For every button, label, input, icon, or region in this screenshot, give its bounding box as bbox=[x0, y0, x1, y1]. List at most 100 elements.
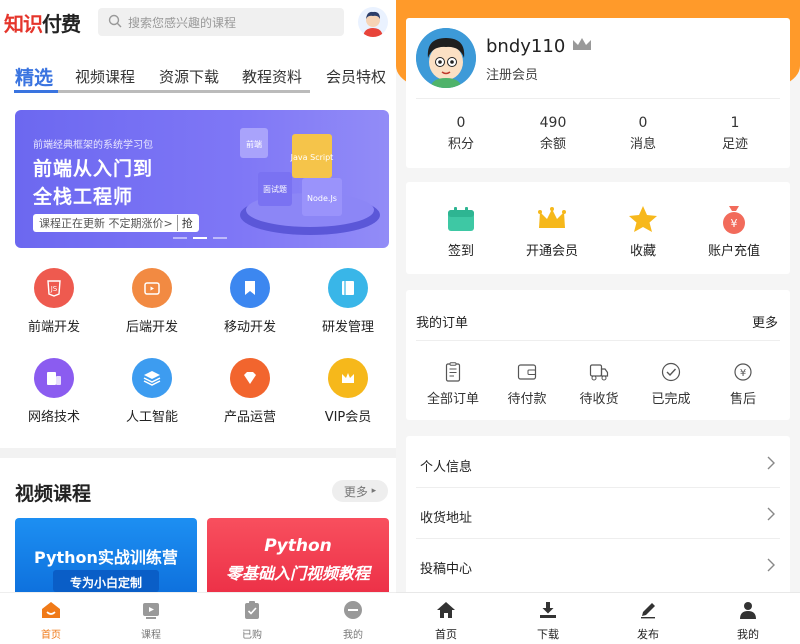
pager-dot[interactable] bbox=[213, 237, 227, 239]
banner-subtitle: 前端经典框架的系统学习包 bbox=[33, 140, 153, 151]
vip-crown-icon bbox=[565, 36, 593, 57]
crown-icon bbox=[507, 204, 597, 234]
action-label: 收藏 bbox=[629, 244, 656, 259]
nav-publish[interactable]: 发布 bbox=[618, 599, 678, 642]
stat-value: 0 bbox=[638, 115, 648, 131]
bookmark-icon bbox=[230, 268, 270, 308]
action-recharge[interactable]: ¥ 账户充值 bbox=[689, 204, 779, 259]
member-role: 注册会员 bbox=[486, 68, 539, 83]
nav-label: 我的 bbox=[343, 630, 363, 641]
book-icon bbox=[328, 268, 368, 308]
home-icon bbox=[416, 599, 476, 621]
svg-text:¥: ¥ bbox=[740, 368, 746, 379]
category-label: 前端开发 bbox=[27, 320, 80, 335]
tv-icon bbox=[132, 268, 172, 308]
course-card-title: Python实战训练营 bbox=[34, 548, 178, 567]
tab-resource-download[interactable]: 资源下载 bbox=[159, 66, 219, 87]
course-card-title: Python bbox=[264, 536, 332, 556]
section-divider bbox=[0, 448, 396, 458]
stat-label: 消息 bbox=[629, 137, 656, 152]
category-mobile[interactable]: 移动开发 bbox=[210, 268, 290, 335]
avatar[interactable] bbox=[358, 7, 388, 37]
category-backend[interactable]: 后端开发 bbox=[112, 268, 192, 335]
menu-item-address[interactable]: 收货地址 bbox=[416, 489, 780, 539]
yen-icon: ¥ bbox=[708, 362, 778, 382]
nav-download[interactable]: 下载 bbox=[518, 599, 578, 642]
home-icon bbox=[21, 599, 81, 621]
nav-mine[interactable]: 我的 bbox=[323, 599, 383, 641]
pager-dot-active[interactable] bbox=[193, 237, 207, 239]
nav-home[interactable]: 首页 bbox=[21, 599, 81, 641]
action-checkin[interactable]: 签到 bbox=[416, 204, 506, 259]
chevron-right-icon bbox=[767, 456, 775, 470]
chevron-right-icon: ▸ bbox=[371, 486, 377, 496]
order-pending-payment[interactable]: 待付款 bbox=[492, 362, 562, 407]
nav-courses[interactable]: 课程 bbox=[121, 599, 181, 641]
order-pending-receipt[interactable]: 待收货 bbox=[564, 362, 634, 407]
category-rd-management[interactable]: 研发管理 bbox=[308, 268, 388, 335]
pen-icon bbox=[618, 599, 678, 621]
svg-text:¥: ¥ bbox=[731, 217, 738, 230]
profile-card: bndy110 注册会员 0 积分 490 余额 0 消息 1 足迹 bbox=[406, 18, 790, 168]
tab-member-privileges[interactable]: 会员特权 bbox=[326, 66, 386, 87]
tab-featured[interactable]: 精选 bbox=[15, 63, 53, 90]
stat-balance[interactable]: 490 余额 bbox=[508, 115, 598, 152]
app-logo[interactable]: 知识付费 bbox=[4, 8, 81, 37]
search-icon bbox=[108, 14, 128, 31]
stat-points[interactable]: 0 积分 bbox=[416, 115, 506, 152]
course-card-python-basics[interactable]: Python 零基础入门视频教程 bbox=[207, 518, 389, 598]
category-product-ops[interactable]: 产品运营 bbox=[210, 358, 290, 425]
search-input[interactable]: 搜索您感兴趣的课程 bbox=[98, 8, 344, 36]
tab-video-courses[interactable]: 视频课程 bbox=[75, 66, 135, 87]
menu-item-submission[interactable]: 投稿中心 bbox=[416, 540, 780, 590]
action-label: 账户充值 bbox=[707, 244, 760, 259]
order-label: 待付款 bbox=[507, 392, 547, 407]
calendar-icon bbox=[416, 204, 506, 234]
banner-title-line-1: 前端从入门到 bbox=[33, 158, 154, 180]
nav-home[interactable]: 首页 bbox=[416, 599, 476, 642]
action-open-membership[interactable]: 开通会员 bbox=[507, 204, 597, 259]
pager-dot[interactable] bbox=[173, 237, 187, 239]
avatar[interactable] bbox=[416, 28, 476, 88]
menu-label: 投稿中心 bbox=[420, 562, 473, 577]
menu-item-profile[interactable]: 个人信息 bbox=[416, 438, 780, 488]
category-ai[interactable]: 人工智能 bbox=[112, 358, 192, 425]
nav-purchased[interactable]: 已购 bbox=[222, 599, 282, 641]
order-completed[interactable]: 已完成 bbox=[636, 362, 706, 407]
nav-label: 下载 bbox=[537, 628, 559, 641]
action-favorites[interactable]: 收藏 bbox=[598, 204, 688, 259]
course-card-subtitle: 零基础入门视频教程 bbox=[225, 564, 370, 583]
orders-more-link[interactable]: 更多 bbox=[752, 312, 778, 331]
category-network[interactable]: 网络技术 bbox=[14, 358, 94, 425]
stat-value: 1 bbox=[730, 115, 740, 131]
stat-label: 积分 bbox=[447, 137, 474, 152]
menu-label: 个人信息 bbox=[420, 460, 473, 475]
category-label: 网络技术 bbox=[27, 410, 80, 425]
banner-title-line-2: 全栈工程师 bbox=[33, 186, 134, 208]
tabs-scrollbar bbox=[14, 90, 310, 93]
nav-mine[interactable]: 我的 bbox=[718, 599, 778, 642]
action-label: 开通会员 bbox=[525, 244, 578, 259]
promo-banner[interactable]: 前端经典框架的系统学习包 前端从入门到 全栈工程师 课程正在更新 不定期涨价> … bbox=[15, 110, 389, 248]
banner-cta[interactable]: 课程正在更新 不定期涨价> 抢 bbox=[33, 214, 199, 232]
bottom-nav: 首页 下载 发布 我的 bbox=[396, 592, 800, 644]
search-placeholder: 搜索您感兴趣的课程 bbox=[128, 15, 237, 30]
order-after-sales[interactable]: ¥ 售后 bbox=[708, 362, 778, 407]
stat-value: 490 bbox=[539, 115, 567, 131]
tabs-scrollbar-thumb bbox=[14, 90, 58, 93]
star-icon bbox=[598, 204, 688, 234]
stat-messages[interactable]: 0 消息 bbox=[598, 115, 688, 152]
category-frontend[interactable]: JS 前端开发 bbox=[14, 268, 94, 335]
order-all[interactable]: 全部订单 bbox=[418, 362, 488, 407]
course-card-subtitle: 专为小白定制 bbox=[69, 576, 142, 590]
tab-tutorials[interactable]: 教程资料 bbox=[242, 66, 302, 87]
tag-nodejs: Node.Js bbox=[307, 194, 337, 203]
chevron-right-icon bbox=[767, 558, 775, 572]
tag-frontend: 前端 bbox=[246, 139, 262, 149]
category-vip[interactable]: VIP会员 bbox=[308, 358, 388, 425]
stat-footprints[interactable]: 1 足迹 bbox=[690, 115, 780, 152]
username: bndy110 bbox=[486, 36, 593, 57]
course-card-python-camp[interactable]: Python实战训练营 专为小白定制 bbox=[15, 518, 197, 598]
more-button[interactable]: 更多 ▸ bbox=[332, 480, 388, 502]
user-icon bbox=[323, 599, 383, 621]
